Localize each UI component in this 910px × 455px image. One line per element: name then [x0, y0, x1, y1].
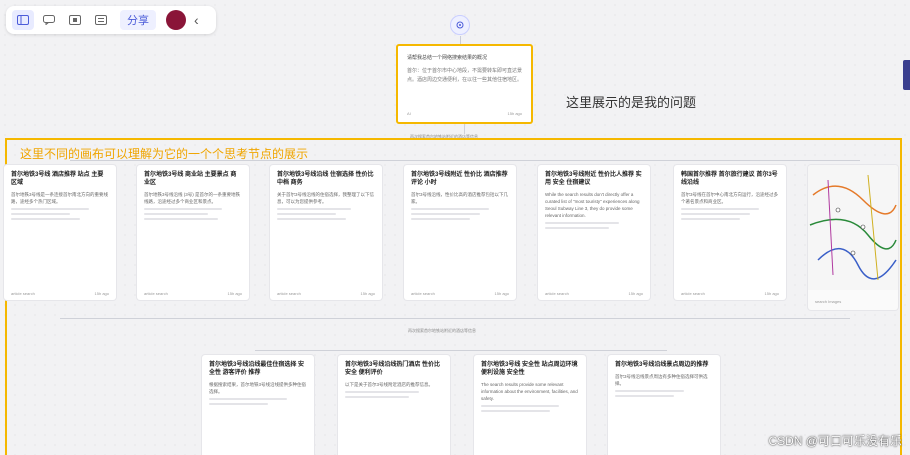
card-source: article search [681, 291, 705, 296]
sidebar-icon [17, 15, 29, 25]
question-title: 请帮我总结一个网络搜索结果的概况 [407, 55, 488, 61]
card-source: article search [411, 291, 435, 296]
card-timestamp: 15h ago [227, 291, 242, 296]
card-title: 首尔地铁3号线 商业站 主要景点 商业区 [144, 172, 237, 186]
grid-button[interactable] [90, 10, 112, 30]
row2-connector [60, 318, 850, 319]
chevron-left-icon[interactable]: ‹ [194, 12, 199, 28]
question-timestamp: 15h ago [507, 111, 522, 116]
thinking-node-card[interactable]: 首尔地铁3号线沿线热门酒店 性价比 安全 便利评价 以下是关于首尔3号线附近酒店… [338, 355, 450, 455]
card-title: 首尔地铁3号线沿线景点周边的推荐 [615, 362, 709, 368]
question-card[interactable]: 请帮我总结一个网络搜索结果的概况 首尔：位于首尔市中心地段，不需要转车即可直达景… [396, 44, 533, 124]
image-result-card[interactable]: search Images [808, 165, 898, 310]
thinking-node-card[interactable]: 首尔地铁3号线沿线景点周边的推荐 首尔3号线沿线景点周边有多种住宿选择可供选择。 [608, 355, 720, 455]
card-title: 首尔地铁3号线附近 性价比 酒店推荐 评论 小时 [411, 172, 508, 186]
right-panel-handle[interactable] [903, 60, 910, 90]
card-body: 首尔地铁3号线是一条连接首尔南北方向的重要线路，途经多个热门区域。 [11, 192, 109, 204]
card-title: 韩国首尔推荐 首尔旅行建议 首尔3号线沿线 [681, 172, 778, 186]
card-title: 首尔地铁3号线 安全性 站点周边环境 便利设施 安全性 [481, 362, 578, 376]
chat-button[interactable] [38, 10, 60, 30]
card-source: article search [144, 291, 168, 296]
thinking-node-card[interactable]: 首尔地铁3号线 安全性 站点周边环境 便利设施 安全性 The search r… [474, 355, 586, 455]
card-timestamp: 15h ago [94, 291, 109, 296]
thinking-node-card[interactable]: 韩国首尔推荐 首尔旅行建议 首尔3号线沿线 首尔3号线在首尔中心南北方向运行，沿… [674, 165, 786, 300]
thinking-node-card[interactable]: 首尔地铁3号线 商业站 主要景点 商业区 首尔地铁3号线沿线 (3号) 是首尔的… [137, 165, 249, 300]
card-body: 首尔3号线在首尔中心南北方向运行，沿途经过多个著名景点和商业区。 [681, 192, 779, 204]
card-source: article search [277, 291, 301, 296]
thinking-node-card[interactable]: 首尔地铁3号线 酒店推荐 站点 主要区域 首尔地铁3号线是一条连接首尔南北方向的… [4, 165, 116, 300]
canvas-button[interactable] [64, 10, 86, 30]
avatar[interactable] [166, 10, 186, 30]
question-body: 首尔：位于首尔市中心地段，不需要转车即可直达景点。酒店周边交通便利，在以往一些其… [407, 68, 523, 83]
root-node-icon[interactable] [450, 15, 470, 35]
connector-line [460, 36, 461, 44]
chat-icon [43, 15, 55, 25]
top-toolbar: 分享 ‹ [6, 6, 216, 34]
card-title: 首尔地铁3号线附近 性价比人推荐 实用 安全 住宿建议 [545, 172, 642, 186]
card-title: 首尔地铁3号线沿线热门酒店 性价比 安全 便利评价 [345, 362, 441, 376]
card-source: search Images [815, 299, 842, 304]
thinking-node-card[interactable]: 首尔地铁3号线沿线 住宿选择 性价比 中档 商务 关于首尔3号线沿线的住宿选择，… [270, 165, 382, 300]
card-body: 关于首尔3号线沿线的住宿选择，我整理了以下信息，可以为您提供参考。 [277, 192, 375, 204]
card-timestamp: 15h ago [764, 291, 779, 296]
card-title: 首尔地铁3号线沿线 住宿选择 性价比 中档 商务 [277, 172, 374, 186]
connector-label: 再次搜索首尔地铁站附近的酒店等信息 [408, 328, 476, 334]
card-body: 首尔地铁3号线沿线 (3号) 是首尔的一条重要地铁线路，沿途经过多个商业区和景点… [144, 192, 241, 204]
card-body: 根据搜索结果，首尔地铁3号线沿线提供多种住宿选择。 [209, 382, 307, 394]
question-footer-left: AI [407, 111, 411, 116]
card-timestamp: 15h ago [360, 291, 375, 296]
watermark: CSDN @可口可乐没有乐 [768, 434, 902, 448]
row1-connector [70, 160, 860, 161]
row2-branch-line [255, 350, 667, 351]
card-source: article search [545, 291, 569, 296]
card-body: 首尔3号线沿线，性价比高的酒店推荐包括以下几家。 [411, 192, 509, 204]
thinking-node-card[interactable]: 首尔地铁3号线附近 性价比人推荐 实用 安全 住宿建议 While the se… [538, 165, 650, 300]
card-source: article search [11, 291, 35, 296]
card-body: While the search results don't directly … [545, 192, 640, 218]
canvas-icon [69, 15, 81, 25]
thinking-node-card[interactable]: 首尔地铁3号线附近 性价比 酒店推荐 评论 小时 首尔3号线沿线，性价比高的酒店… [404, 165, 516, 300]
subway-map-image [808, 165, 898, 290]
share-button[interactable]: 分享 [120, 10, 156, 30]
card-timestamp: 15h ago [628, 291, 643, 296]
question-annotation: 这里展示的是我的问题 [566, 95, 697, 110]
card-body: The search results provide some relevant… [481, 382, 578, 401]
card-body: 以下是关于首尔3号线附近酒店的推荐信息。 [345, 382, 434, 387]
card-body: 首尔3号线沿线景点周边有多种住宿选择可供选择。 [615, 374, 708, 386]
grid-icon [95, 15, 107, 25]
card-timestamp: 15h ago [494, 291, 509, 296]
card-title: 首尔地铁3号线 酒店推荐 站点 主要区域 [11, 172, 104, 186]
thinking-node-card[interactable]: 首尔地铁3号线沿线最佳住宿选择 安全性 游客评价 推荐 根据搜索结果，首尔地铁3… [202, 355, 314, 455]
sparkle-icon [456, 21, 464, 29]
card-title: 首尔地铁3号线沿线最佳住宿选择 安全性 游客评价 推荐 [209, 362, 305, 376]
sidebar-toggle-button[interactable] [12, 10, 34, 30]
